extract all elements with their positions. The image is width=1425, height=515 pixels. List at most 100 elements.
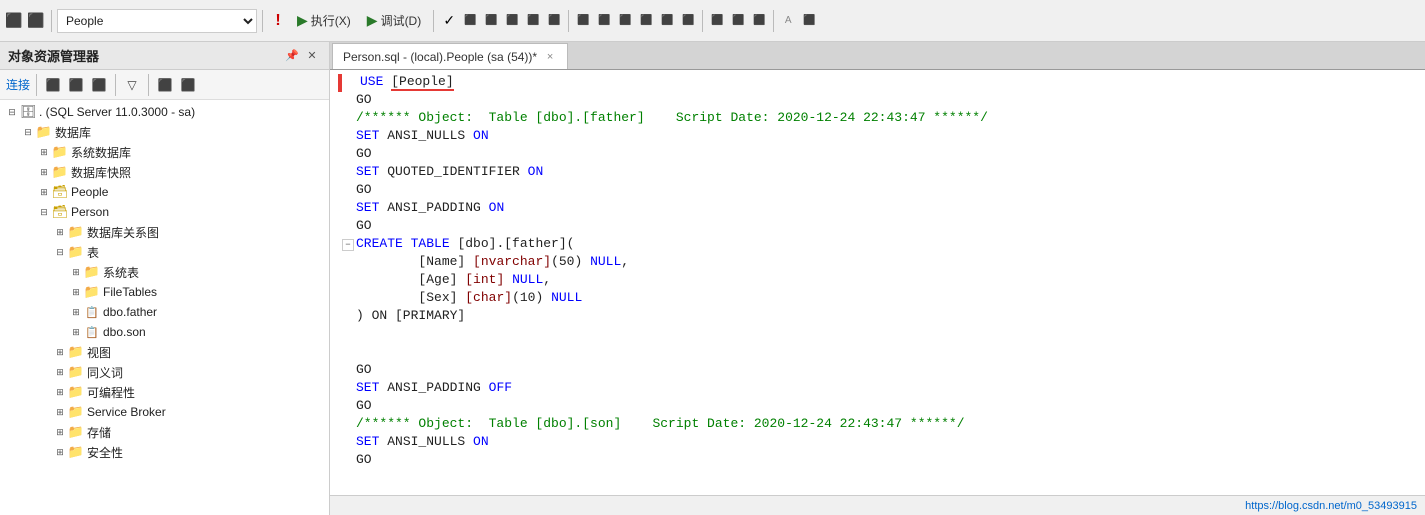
- toolbar-icon-r3[interactable]: ⬛: [502, 11, 522, 31]
- tree-toggle-views: ⊞: [52, 347, 68, 358]
- tree-toggle-system-db: ⊞: [36, 147, 52, 158]
- toolbar-icon-r10[interactable]: ⬛: [657, 11, 677, 31]
- tree-item-synonyms[interactable]: ⊞ 📁 同义词: [0, 362, 329, 382]
- filetables-label: FileTables: [103, 285, 157, 299]
- toolbar-icon-r2[interactable]: ⬛: [481, 11, 501, 31]
- toolbar-sep-3: [433, 10, 434, 32]
- tree-item-dbo-son[interactable]: ⊞ 📋 dbo.son: [0, 322, 329, 342]
- code-text-10: CREATE TABLE [dbo].[father](: [356, 236, 1417, 251]
- tree-item-tables[interactable]: ⊟ 📁 表: [0, 242, 329, 262]
- execute-play-icon: ▶: [297, 12, 308, 29]
- toolbar-sep-5: [702, 10, 703, 32]
- sidebar-btn-3[interactable]: ⬛: [89, 75, 109, 95]
- toolbar-icon-r5[interactable]: ⬛: [544, 11, 564, 31]
- views-label: 视图: [87, 344, 111, 361]
- tree-item-filetables[interactable]: ⊞ 📁 FileTables: [0, 282, 329, 302]
- code-text-4: SET ANSI_NULLS ON: [356, 128, 1417, 143]
- tree-item-person-db[interactable]: ⊟ 🗃 Person: [0, 202, 329, 222]
- toolbar-right-icons: ✓ ⬛ ⬛ ⬛ ⬛ ⬛ ⬛ ⬛ ⬛ ⬛ ⬛ ⬛ ⬛ ⬛ ⬛ A ⬛: [439, 10, 819, 32]
- tree-toggle-filetables: ⊞: [68, 287, 84, 298]
- views-icon: 📁: [68, 344, 84, 360]
- toolbar-icon-r13[interactable]: ⬛: [728, 11, 748, 31]
- tree-item-db-snapshot[interactable]: ⊞ 📁 数据库快照: [0, 162, 329, 182]
- tree-item-databases[interactable]: ⊟ 📁 数据库: [0, 122, 329, 142]
- server-icon: 🗄: [20, 104, 36, 120]
- sidebar-btn-5[interactable]: ⬛: [178, 75, 198, 95]
- tree-toggle-service-broker: ⊞: [52, 407, 68, 418]
- tree-toggle-dbo-father: ⊞: [68, 307, 84, 318]
- tree-item-db-diagram[interactable]: ⊞ 📁 数据库关系图: [0, 222, 329, 242]
- programmability-icon: 📁: [68, 384, 84, 400]
- close-sidebar-icon[interactable]: ✕: [303, 47, 321, 65]
- toolbar-icon-r1[interactable]: ⬛: [460, 11, 480, 31]
- database-dropdown[interactable]: People: [57, 9, 257, 33]
- tables-label: 表: [87, 244, 99, 261]
- tree-item-programmability[interactable]: ⊞ 📁 可编程性: [0, 382, 329, 402]
- tree-toggle-person-db: ⊟: [36, 207, 52, 218]
- tree-item-people-db[interactable]: ⊞ 🗃 People: [0, 182, 329, 202]
- code-line-22: GO: [330, 452, 1425, 470]
- code-line-8: SET ANSI_PADDING ON: [330, 200, 1425, 218]
- execute-button[interactable]: ▶ 执行(X): [290, 9, 358, 33]
- toolbar-icon-r9[interactable]: ⬛: [636, 11, 656, 31]
- tree-toggle-tables: ⊟: [52, 247, 68, 258]
- databases-label: 数据库: [55, 124, 91, 141]
- toolbar-icon-r16[interactable]: ⬛: [799, 11, 819, 31]
- sidebar-btn-2[interactable]: ⬛: [66, 75, 86, 95]
- toolbar-icon-2[interactable]: ⬛: [26, 11, 46, 31]
- toolbar-icon-r7[interactable]: ⬛: [594, 11, 614, 31]
- code-text-7: GO: [356, 182, 1417, 197]
- code-editor[interactable]: USE [People] GO /****** Object: Table [d…: [330, 70, 1425, 495]
- toolbar: ⬛ ⬛ People ! ▶ 执行(X) ▶ 调试(D) ✓ ⬛ ⬛ ⬛ ⬛ ⬛…: [0, 0, 1425, 42]
- sidebar-btn-4[interactable]: ⬛: [155, 75, 175, 95]
- toolbar-check-icon[interactable]: ✓: [439, 11, 459, 31]
- tree-item-server[interactable]: ⊟ 🗄 . (SQL Server 11.0.3000 - sa): [0, 102, 329, 122]
- tree-item-dbo-father[interactable]: ⊞ 📋 dbo.father: [0, 302, 329, 322]
- sidebar-btn-1[interactable]: ⬛: [43, 75, 63, 95]
- synonyms-icon: 📁: [68, 364, 84, 380]
- code-text-13: [Sex] [char](10) NULL: [356, 290, 1417, 305]
- toolbar-db-select: People: [57, 9, 257, 33]
- toolbar-icon-r12[interactable]: ⬛: [707, 11, 727, 31]
- tree-toggle-db-diagram: ⊞: [52, 227, 68, 238]
- code-text-14: ) ON [PRIMARY]: [356, 308, 1417, 323]
- debug-button[interactable]: ▶ 调试(D): [360, 9, 428, 33]
- tab-close-button[interactable]: ×: [543, 50, 557, 64]
- toolbar-sep-6: [773, 10, 774, 32]
- code-line-3: /****** Object: Table [dbo].[father] Scr…: [330, 110, 1425, 128]
- toolbar-icon-1[interactable]: ⬛: [4, 11, 24, 31]
- toolbar-icon-r6[interactable]: ⬛: [573, 11, 593, 31]
- code-text-21: SET ANSI_NULLS ON: [356, 434, 1417, 449]
- toolbar-icon-r8[interactable]: ⬛: [615, 11, 635, 31]
- editor-tab[interactable]: Person.sql - (local).People (sa (54))* ×: [332, 43, 568, 69]
- execute-label: 执行(X): [311, 12, 351, 29]
- pin-icon[interactable]: 📌: [283, 47, 301, 65]
- toolbar-icon-r14[interactable]: ⬛: [749, 11, 769, 31]
- tree-toggle-storage: ⊞: [52, 427, 68, 438]
- tree-item-storage[interactable]: ⊞ 📁 存储: [0, 422, 329, 442]
- code-line-21: SET ANSI_NULLS ON: [330, 434, 1425, 452]
- tree-item-views[interactable]: ⊞ 📁 视图: [0, 342, 329, 362]
- code-text-11: [Name] [nvarchar](50) NULL,: [356, 254, 1417, 269]
- toolbar-icon-r4[interactable]: ⬛: [523, 11, 543, 31]
- toolbar-icon-r15[interactable]: A: [778, 11, 798, 31]
- toolbar-icon-r11[interactable]: ⬛: [678, 11, 698, 31]
- tree-item-system-db[interactable]: ⊞ 📁 系统数据库: [0, 142, 329, 162]
- sidebar-toolbar: 连接 ⬛ ⬛ ⬛ ▽ ⬛ ⬛: [0, 70, 329, 100]
- security-label: 安全性: [87, 444, 123, 461]
- db-diagram-label: 数据库关系图: [87, 224, 159, 241]
- dbo-son-icon: 📋: [84, 324, 100, 340]
- use-indicator: [338, 74, 342, 92]
- connect-label[interactable]: 连接: [6, 76, 30, 93]
- db-diagram-icon: 📁: [68, 224, 84, 240]
- code-text-9: GO: [356, 218, 1417, 233]
- code-line-10: − CREATE TABLE [dbo].[father](: [330, 236, 1425, 254]
- people-db-icon: 🗃: [52, 184, 68, 200]
- exclaim-icon[interactable]: !: [268, 11, 288, 31]
- sidebar-filter-icon[interactable]: ▽: [122, 75, 142, 95]
- tree-item-security[interactable]: ⊞ 📁 安全性: [0, 442, 329, 462]
- collapse-button-10[interactable]: −: [342, 239, 354, 251]
- tree-item-service-broker[interactable]: ⊞ 📁 Service Broker: [0, 402, 329, 422]
- tree-item-sys-tables[interactable]: ⊞ 📁 系统表: [0, 262, 329, 282]
- debug-play-icon: ▶: [367, 12, 378, 29]
